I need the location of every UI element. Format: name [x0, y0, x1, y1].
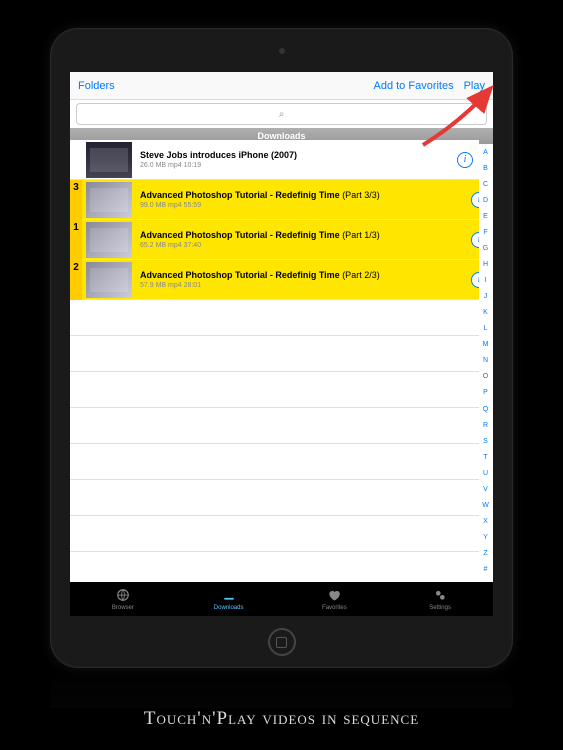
tab-browser[interactable]: Browser [70, 582, 176, 616]
video-thumbnail [86, 142, 132, 178]
index-letter[interactable]: E [480, 213, 491, 220]
index-letter[interactable]: N [480, 357, 491, 364]
add-to-favorites-button[interactable]: Add to Favorites [374, 80, 454, 92]
video-meta: 99.0 MB mp4 55:59 [140, 202, 479, 209]
empty-row [70, 336, 479, 372]
index-letter[interactable]: U [480, 470, 491, 477]
front-camera [279, 48, 285, 54]
video-list[interactable]: Steve Jobs introduces iPhone (2007) 26.0 … [70, 140, 479, 582]
index-letter[interactable]: D [480, 197, 491, 204]
index-letter[interactable]: B [480, 165, 491, 172]
index-letter[interactable]: C [480, 181, 491, 188]
nav-right-group: Add to Favorites Play [374, 80, 486, 92]
sequence-badge: 3 [70, 180, 82, 220]
empty-row [70, 408, 479, 444]
empty-row [70, 444, 479, 480]
index-letter[interactable]: I [480, 277, 491, 284]
index-letter[interactable]: A [480, 149, 491, 156]
tab-settings[interactable]: Settings [387, 582, 493, 616]
video-row[interactable]: 3 Advanced Photoshop Tutorial - Redefinig… [70, 180, 479, 220]
index-letter[interactable]: Q [480, 406, 491, 413]
index-letter[interactable]: S [480, 438, 491, 445]
device-reflection [50, 668, 513, 708]
tab-favorites[interactable]: Favorites [282, 582, 388, 616]
video-meta: 26.0 MB mp4 10:19 [140, 162, 457, 169]
search-input[interactable]: ⌕ [76, 103, 487, 125]
index-letter[interactable]: T [480, 454, 491, 461]
browser-icon [116, 588, 130, 604]
video-title: Steve Jobs introduces iPhone (2007) [140, 150, 457, 160]
tab-downloads[interactable]: Downloads [176, 582, 282, 616]
folders-back-button[interactable]: Folders [78, 80, 115, 92]
video-title: Advanced Photoshop Tutorial - Redefinig … [140, 190, 479, 200]
sequence-badge: 2 [70, 260, 82, 300]
index-letter[interactable]: K [480, 309, 491, 316]
index-letter[interactable]: O [480, 373, 491, 380]
index-letter[interactable]: M [480, 341, 491, 348]
index-letter[interactable]: G [480, 245, 491, 252]
tab-bar: Browser Downloads Favorites Settings [70, 582, 493, 616]
video-title: Advanced Photoshop Tutorial - Redefinig … [140, 230, 479, 240]
video-row[interactable]: Steve Jobs introduces iPhone (2007) 26.0 … [70, 140, 479, 180]
ipad-device-frame: Folders Add to Favorites Play ⌕ Download… [50, 28, 513, 668]
sequence-badge [70, 140, 82, 180]
index-letter[interactable]: Y [480, 534, 491, 541]
tab-label: Settings [429, 605, 451, 611]
tab-label: Browser [112, 605, 134, 611]
favorites-icon [327, 588, 341, 604]
downloads-icon [222, 588, 236, 604]
empty-row [70, 480, 479, 516]
index-letter[interactable]: J [480, 293, 491, 300]
info-icon[interactable]: i [471, 272, 479, 288]
index-letter[interactable]: Z [480, 550, 491, 557]
row-text: Advanced Photoshop Tutorial - Redefinig … [136, 270, 479, 289]
index-letter[interactable]: X [480, 518, 491, 525]
info-icon[interactable]: i [471, 232, 479, 248]
settings-icon [433, 588, 447, 604]
tab-label: Favorites [322, 605, 347, 611]
home-button[interactable] [268, 628, 296, 656]
video-title: Advanced Photoshop Tutorial - Redefinig … [140, 270, 479, 280]
video-thumbnail [86, 222, 132, 258]
index-letter[interactable]: L [480, 325, 491, 332]
index-letter[interactable]: # [480, 566, 491, 573]
search-icon: ⌕ [279, 109, 285, 120]
navigation-bar: Folders Add to Favorites Play [70, 72, 493, 100]
marketing-caption: Touch'n'Play videos in sequence [0, 708, 563, 730]
video-row[interactable]: 2 Advanced Photoshop Tutorial - Redefinig… [70, 260, 479, 300]
video-row[interactable]: 1 Advanced Photoshop Tutorial - Redefinig… [70, 220, 479, 260]
screen: Folders Add to Favorites Play ⌕ Download… [70, 72, 493, 616]
sequence-badge: 1 [70, 220, 82, 260]
alphabet-index-bar[interactable]: A B C D E F G H I J K L M N O P Q R S T U V W X Y Z # [480, 144, 491, 578]
row-text: Steve Jobs introduces iPhone (2007) 26.0 … [136, 150, 457, 169]
empty-row [70, 300, 479, 336]
info-icon[interactable]: i [457, 152, 473, 168]
video-meta: 57.9 MB mp4 28:01 [140, 282, 479, 289]
video-thumbnail [86, 182, 132, 218]
index-letter[interactable]: H [480, 261, 491, 268]
empty-row [70, 516, 479, 552]
row-text: Advanced Photoshop Tutorial - Redefinig … [136, 230, 479, 249]
empty-row [70, 552, 479, 582]
empty-row [70, 372, 479, 408]
index-letter[interactable]: R [480, 422, 491, 429]
video-meta: 65.2 MB mp4 37:40 [140, 242, 479, 249]
index-letter[interactable]: V [480, 486, 491, 493]
info-icon[interactable]: i [471, 192, 479, 208]
index-letter[interactable]: F [480, 229, 491, 236]
index-letter[interactable]: P [480, 389, 491, 396]
play-button[interactable]: Play [464, 80, 485, 92]
index-letter[interactable]: W [480, 502, 491, 509]
tab-label: Downloads [214, 605, 244, 611]
video-thumbnail [86, 262, 132, 298]
row-text: Advanced Photoshop Tutorial - Redefinig … [136, 190, 479, 209]
